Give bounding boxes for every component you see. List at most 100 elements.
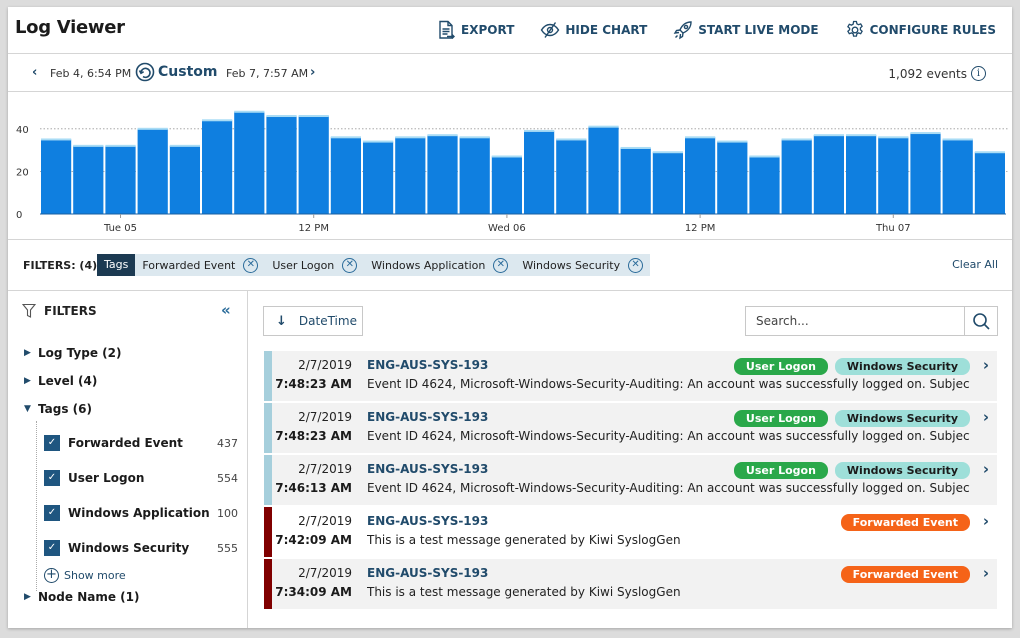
range-start: Feb 4, 6:54 PM: [50, 67, 132, 80]
histogram-bar: [363, 141, 394, 214]
host-link[interactable]: ENG-AUS-SYS-193: [367, 566, 488, 580]
tag-badge: Forwarded Event: [840, 514, 970, 531]
filter-group-tags[interactable]: ▼ Tags (6): [24, 402, 92, 416]
row-message: This is a test message generated by Kiwi…: [367, 533, 681, 547]
host-link[interactable]: ENG-AUS-SYS-193: [367, 462, 488, 476]
filter-group-level[interactable]: ▶ Level (4): [24, 374, 97, 388]
hide-chart-button[interactable]: HIDE CHART: [540, 20, 647, 40]
chevron-right-icon[interactable]: ›: [983, 356, 989, 374]
checkbox-checked[interactable]: ✓: [44, 435, 60, 451]
tag-badges: Forwarded Event: [840, 514, 970, 531]
histogram-bar: [73, 145, 104, 214]
clear-all-link[interactable]: Clear All: [952, 258, 998, 271]
show-more-link[interactable]: + Show more: [44, 568, 126, 583]
filter-chip-label: Windows Application: [371, 258, 486, 272]
filter-group-node-name[interactable]: ▶ Node Name (1): [24, 590, 139, 604]
row-date: 2/7/2019: [298, 566, 352, 580]
row-message: Event ID 4624, Microsoft-Windows-Securit…: [367, 377, 970, 391]
log-row[interactable]: 2/7/2019 7:42:09 AM ENG-AUS-SYS-193 This is…: [264, 507, 997, 557]
search-input[interactable]: [746, 307, 964, 335]
log-row[interactable]: 2/7/2019 7:48:23 AM ENG-AUS-SYS-193 Event I…: [264, 351, 997, 401]
severity-marker: [264, 455, 272, 505]
chevron-right-icon[interactable]: ›: [983, 564, 989, 582]
tag-badge: Windows Security: [834, 410, 970, 427]
remove-filter-icon[interactable]: ✕: [342, 257, 358, 273]
remove-filter-icon[interactable]: ✕: [243, 257, 259, 273]
remove-filter-icon[interactable]: ✕: [628, 257, 644, 273]
tag-badges: User Logon Windows Security: [733, 358, 970, 375]
collapse-sidebar-button[interactable]: «: [221, 301, 231, 319]
histogram-bar-top: [846, 134, 877, 137]
histogram-bar: [459, 137, 490, 214]
hide-chart-label: HIDE CHART: [565, 23, 648, 37]
host-link[interactable]: ENG-AUS-SYS-193: [367, 358, 488, 372]
severity-marker: [264, 507, 272, 557]
filter-group-log-type[interactable]: ▶ Log Type (2): [24, 346, 121, 360]
search-box: [745, 306, 998, 336]
y-tick-label: 0: [16, 210, 22, 221]
histogram-bar-top: [749, 155, 780, 158]
info-icon[interactable]: i: [971, 66, 986, 81]
log-row[interactable]: 2/7/2019 7:46:13 AM ENG-AUS-SYS-193 Event I…: [264, 455, 997, 505]
range-preset-button[interactable]: Custom: [135, 62, 217, 82]
filter-chip: User Logon ✕: [265, 254, 364, 276]
checkbox-checked[interactable]: ✓: [44, 470, 60, 486]
chevron-right-icon[interactable]: ›: [983, 408, 989, 426]
row-time: 7:48:23 AM: [275, 429, 352, 443]
tag-option-forwarded-event[interactable]: ✓ Forwarded Event 437: [44, 433, 238, 453]
histogram-bar-top: [781, 138, 812, 141]
configure-rules-button[interactable]: CONFIGURE RULES: [845, 20, 996, 40]
histogram-bar: [330, 137, 361, 214]
histogram-bar-top: [524, 129, 555, 132]
range-end: Feb 7, 7:57 AM: [226, 67, 309, 80]
tag-option-windows-security[interactable]: ✓ Windows Security 555: [44, 538, 238, 558]
caret-right-icon: ▶: [24, 592, 31, 602]
funnel-icon: [22, 303, 36, 318]
filter-chip-label: User Logon: [272, 258, 335, 272]
chevron-right-icon[interactable]: ›: [983, 460, 989, 478]
tag-badge: Windows Security: [834, 358, 970, 375]
x-tick-label: Wed 06: [488, 223, 526, 234]
tag-badges: User Logon Windows Security: [733, 410, 970, 427]
checkbox-checked[interactable]: ✓: [44, 505, 60, 521]
event-count-label: 1,092 events: [888, 66, 967, 81]
histogram-bar: [878, 137, 909, 214]
remove-filter-icon[interactable]: ✕: [493, 257, 509, 273]
next-range-button[interactable]: ›: [310, 65, 315, 80]
host-link[interactable]: ENG-AUS-SYS-193: [367, 410, 488, 424]
tag-badge: User Logon: [733, 410, 828, 427]
start-live-mode-button[interactable]: START LIVE MODE: [673, 20, 819, 40]
chevron-right-icon[interactable]: ›: [983, 512, 989, 530]
arrow-down-icon: ↓: [276, 313, 287, 329]
row-message: Event ID 4624, Microsoft-Windows-Securit…: [367, 429, 970, 443]
start-live-mode-label: START LIVE MODE: [698, 23, 819, 37]
histogram-bar: [524, 130, 555, 214]
plus-circle-icon: +: [44, 568, 59, 583]
export-button[interactable]: EXPORT: [436, 20, 514, 40]
tag-option-windows-application[interactable]: ✓ Windows Application 100: [44, 503, 238, 523]
histogram-bar-top: [942, 138, 973, 141]
sort-datetime-button[interactable]: ↓ DateTime: [263, 306, 363, 336]
search-button[interactable]: [964, 307, 997, 335]
tag-option-label: Windows Application: [68, 506, 210, 520]
log-row[interactable]: 2/7/2019 7:34:09 AM ENG-AUS-SYS-193 This is…: [264, 559, 997, 609]
histogram-bar: [846, 135, 877, 214]
y-tick-label: 40: [16, 125, 29, 136]
previous-range-button[interactable]: ‹: [32, 65, 37, 80]
histogram-bar-top: [620, 146, 651, 149]
caret-right-icon: ▶: [24, 376, 31, 386]
time-range-bar: ‹ Feb 4, 6:54 PM Custom Feb 7, 7:57 AM ›…: [8, 54, 1012, 92]
checkbox-checked[interactable]: ✓: [44, 540, 60, 556]
histogram-bar-top: [491, 155, 522, 158]
log-rows: 2/7/2019 7:48:23 AM ENG-AUS-SYS-193 Event I…: [264, 351, 997, 611]
histogram-bar: [298, 116, 329, 214]
host-link[interactable]: ENG-AUS-SYS-193: [367, 514, 488, 528]
row-time: 7:34:09 AM: [275, 585, 352, 599]
caret-right-icon: ▶: [24, 348, 31, 358]
histogram-bar: [266, 116, 297, 214]
log-row[interactable]: 2/7/2019 7:48:23 AM ENG-AUS-SYS-193 Event I…: [264, 403, 997, 453]
histogram-bar-top: [556, 138, 587, 141]
y-tick-label: 20: [16, 167, 29, 178]
tag-option-user-logon[interactable]: ✓ User Logon 554: [44, 468, 238, 488]
histogram-bar-top: [298, 115, 329, 118]
